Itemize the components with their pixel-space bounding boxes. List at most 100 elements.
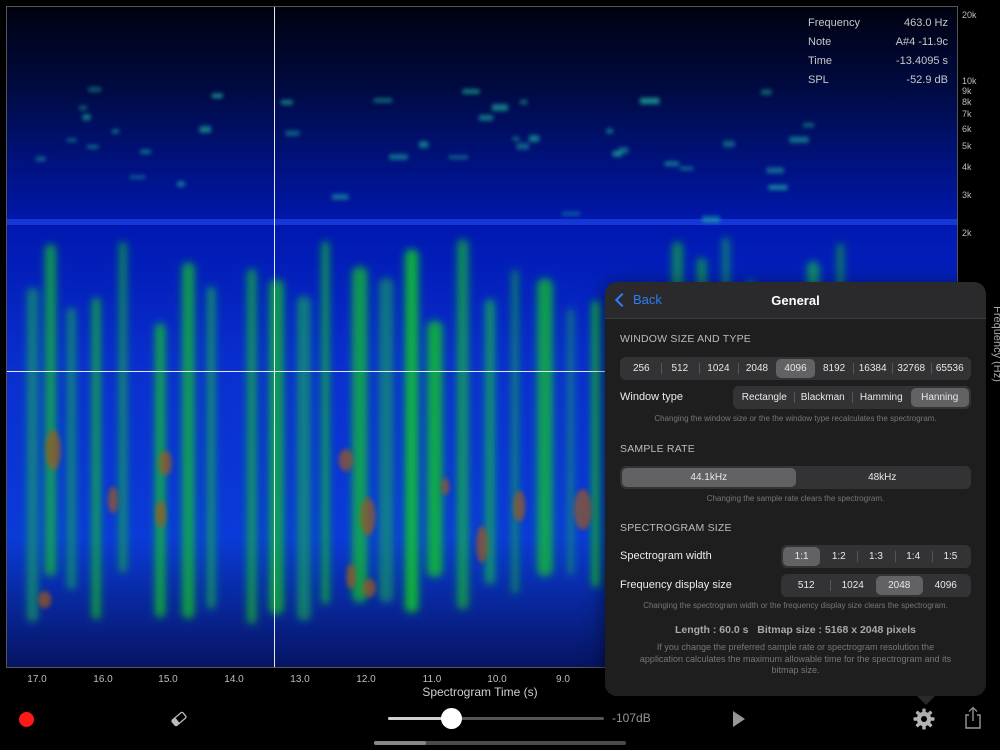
spectrogram-streak: [567, 308, 575, 576]
spectrogram-streak: [27, 287, 38, 623]
spectrogram-harmonic: [606, 128, 613, 134]
spectrogram-width-option[interactable]: 1:5: [931, 547, 969, 566]
scroll-indicator[interactable]: [374, 741, 626, 745]
window-size-option[interactable]: 2048: [737, 359, 777, 378]
spectrogram-harmonic: [35, 156, 46, 162]
spectrogram-width-option[interactable]: 1:3: [857, 547, 894, 566]
sample-rate-selector[interactable]: 44.1kHz 48kHz: [620, 466, 971, 489]
length-label: Length : 60.0 s: [674, 624, 749, 636]
window-size-option[interactable]: 256: [622, 359, 661, 378]
spectrogram-harmonic: [281, 100, 293, 105]
eraser-icon[interactable]: [170, 710, 188, 728]
frequency-tick: 5k: [962, 141, 972, 151]
window-type-option[interactable]: Hanning: [910, 388, 969, 407]
spectrogram-streak: [297, 295, 311, 621]
frequency-tick: 2k: [962, 228, 972, 238]
spectrogram-streak: [537, 278, 553, 577]
readout-time: Time -13.4095 s: [808, 52, 948, 71]
frequency-tick: 8k: [962, 97, 972, 107]
spectrogram-peak: [476, 525, 489, 563]
sample-rate-note: Changing the sample rate clears the spec…: [706, 494, 885, 503]
spectrogram-harmonic: [78, 105, 88, 111]
spectrogram-streak: [379, 277, 394, 603]
frequency-display-size-option[interactable]: 512: [783, 576, 830, 595]
spectrogram-streak: [352, 266, 368, 603]
frequency-tick: 6k: [962, 124, 972, 134]
gear-icon[interactable]: [912, 707, 936, 731]
window-size-option[interactable]: 512: [660, 359, 700, 378]
spectrogram-streak: [182, 262, 195, 619]
time-tick: 10.0: [487, 674, 507, 685]
spectrogram-streak: [92, 297, 101, 620]
spectrogram-harmonic: [177, 181, 185, 187]
window-size-option[interactable]: 4096: [776, 359, 815, 378]
spectrogram-streak: [45, 244, 57, 577]
spectrogram-peak: [360, 497, 376, 536]
frequency-tick: 9k: [962, 86, 972, 96]
spectrogram-harmonic: [462, 89, 480, 94]
spectrogram-width-option[interactable]: 1:2: [820, 547, 857, 566]
frequency-display-size-selector[interactable]: 512 1024 2048 4096: [781, 574, 971, 597]
window-size-option[interactable]: 16384: [853, 359, 892, 378]
window-type-option[interactable]: Rectangle: [735, 388, 794, 407]
spectrogram-harmonic: [129, 175, 146, 179]
window-size-option[interactable]: 8192: [815, 359, 854, 378]
frequency-display-size-option[interactable]: 4096: [923, 576, 970, 595]
spectrogram-harmonic: [199, 126, 212, 133]
spectrogram-peak: [338, 448, 354, 472]
spectrogram-streak: [247, 268, 257, 625]
window-size-option[interactable]: 65536: [930, 359, 970, 378]
spectrogram-peak: [158, 450, 172, 476]
spectrogram-streak: [269, 279, 284, 615]
frequency-tick: 3k: [962, 190, 972, 200]
time-tick: 14.0: [224, 674, 244, 685]
window-size-selector[interactable]: 256 512 1024 2048 4096 8192 16384 32768 65536: [620, 357, 971, 380]
spectrogram-harmonic: [664, 161, 679, 166]
spectrogram-harmonic: [285, 130, 300, 136]
spectrogram-harmonic: [766, 167, 784, 174]
threshold-slider-knob[interactable]: [441, 708, 462, 729]
record-icon[interactable]: [19, 712, 34, 727]
spectrogram-harmonic: [66, 138, 77, 142]
summary-note: If you change the preferred sample rate …: [639, 642, 952, 675]
window-type-option[interactable]: Hamming: [852, 388, 911, 407]
spectrogram-harmonic: [389, 154, 408, 160]
spectrogram-width-label: Spectrogram width: [620, 550, 712, 562]
spectrogram-harmonic: [803, 122, 815, 128]
frequency-display-size-label: Frequency display size: [620, 579, 732, 591]
frequency-tick: 4k: [962, 162, 972, 172]
spectrogram-width-option[interactable]: 1:4: [894, 547, 932, 566]
spectrogram-peak: [441, 477, 450, 496]
spectrogram-harmonic: [768, 185, 788, 190]
readout-value: 463.0 Hz: [903, 17, 948, 29]
spectrogram-harmonic: [702, 216, 720, 223]
frequency-tick: 7k: [962, 109, 972, 119]
spectrogram-streak: [592, 300, 600, 588]
readout-label: SPL: [808, 74, 829, 86]
spectrogram-width-option[interactable]: 1:1: [783, 547, 821, 566]
window-size-option[interactable]: 32768: [891, 359, 931, 378]
sample-rate-option[interactable]: 48kHz: [796, 468, 970, 487]
spectrogram-peak: [45, 429, 61, 470]
spectrogram-harmonic: [639, 97, 660, 105]
play-icon[interactable]: [733, 711, 745, 727]
section-heading-window: WINDOW SIZE AND TYPE: [620, 333, 751, 345]
time-tick: 17.0: [27, 674, 47, 685]
spectrogram-harmonic: [419, 141, 429, 148]
spectrogram-width-selector[interactable]: 1:1 1:2 1:3 1:4 1:5: [781, 545, 971, 568]
sample-rate-option[interactable]: 44.1kHz: [622, 468, 796, 487]
readout-value: A#4 -11.9c: [895, 36, 948, 48]
readout-label: Time: [808, 55, 833, 67]
spectrogram-harmonic: [88, 87, 102, 92]
window-type-option[interactable]: Blackman: [793, 388, 853, 407]
time-tick: 13.0: [290, 674, 310, 685]
share-icon[interactable]: [963, 706, 983, 730]
frequency-display-size-option[interactable]: 1024: [829, 576, 877, 595]
frequency-axis-label: Frequency (Hz): [991, 306, 1000, 382]
readout-label: Note: [808, 36, 832, 48]
frequency-display-size-option[interactable]: 2048: [876, 576, 923, 595]
spectrogram-harmonic: [618, 147, 629, 154]
section-heading-sample-rate: SAMPLE RATE: [620, 443, 695, 455]
window-type-selector[interactable]: Rectangle Blackman Hamming Hanning: [733, 386, 971, 409]
window-size-option[interactable]: 1024: [699, 359, 738, 378]
